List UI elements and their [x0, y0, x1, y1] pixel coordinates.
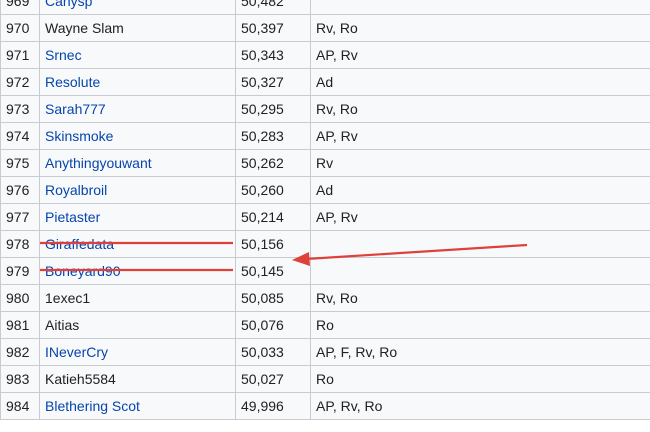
- edit-count-cell: 50,260: [235, 176, 311, 204]
- user-cell: Pietaster: [39, 203, 236, 231]
- user-name: Aitias: [45, 317, 80, 333]
- rank-cell: 978: [0, 230, 40, 258]
- edit-count-cell: 50,327: [235, 68, 311, 96]
- edit-count-cell: 50,085: [235, 284, 311, 312]
- user-cell: Canysp: [39, 0, 236, 15]
- user-link[interactable]: Sarah777: [45, 101, 106, 117]
- edit-count-cell: 49,996: [235, 392, 311, 420]
- rank-cell: 983: [0, 365, 40, 393]
- user-link[interactable]: Pietaster: [45, 209, 100, 225]
- user-cell: Katieh5584: [39, 365, 236, 393]
- user-groups-cell: AP, Rv: [310, 122, 650, 150]
- user-groups-cell: [310, 257, 650, 285]
- rank-cell: 984: [0, 392, 40, 420]
- user-link[interactable]: INeverCry: [45, 344, 108, 360]
- edit-count-cell: 50,343: [235, 41, 311, 69]
- user-link[interactable]: Canysp: [45, 0, 92, 9]
- user-cell: INeverCry: [39, 338, 236, 366]
- table-row: 975 Anythingyouwant 50,262 Rv: [0, 149, 650, 177]
- user-cell: Wayne Slam: [39, 14, 236, 42]
- edit-count-cell: 50,214: [235, 203, 311, 231]
- user-cell: Giraffedata: [39, 230, 236, 258]
- edit-count-cell: 50,033: [235, 338, 311, 366]
- edit-count-cell: 50,397: [235, 14, 311, 42]
- user-cell: Aitias: [39, 311, 236, 339]
- rank-cell: 979: [0, 257, 40, 285]
- edit-count-cell: 50,482: [235, 0, 311, 15]
- rank-cell: 980: [0, 284, 40, 312]
- table-row: 978 Giraffedata 50,156: [0, 230, 650, 258]
- user-cell: Anythingyouwant: [39, 149, 236, 177]
- user-groups-cell: Ad: [310, 176, 650, 204]
- rank-cell: 972: [0, 68, 40, 96]
- user-cell: Sarah777: [39, 95, 236, 123]
- user-edit-count-table-wrapper: 969 Canysp 50,482 970 Wayne Slam 50,397 Rv, Ro…: [0, 0, 650, 420]
- rank-cell: 976: [0, 176, 40, 204]
- user-link[interactable]: Giraffedata: [45, 236, 114, 252]
- user-cell: Skinsmoke: [39, 122, 236, 150]
- user-groups-cell: [310, 0, 650, 15]
- user-link[interactable]: Srnec: [45, 47, 82, 63]
- user-groups-cell: Rv, Ro: [310, 14, 650, 42]
- user-cell: Srnec: [39, 41, 236, 69]
- user-cell: Resolute: [39, 68, 236, 96]
- user-cell: Royalbroil: [39, 176, 236, 204]
- user-name: Wayne Slam: [45, 20, 124, 36]
- table-row: 982 INeverCry 50,033 AP, F, Rv, Ro: [0, 338, 650, 366]
- user-groups-cell: AP, Rv: [310, 203, 650, 231]
- user-groups-cell: Rv, Ro: [310, 284, 650, 312]
- user-edit-count-table: 969 Canysp 50,482 970 Wayne Slam 50,397 Rv, Ro…: [0, 0, 650, 420]
- edit-count-cell: 50,145: [235, 257, 311, 285]
- user-cell: 1exec1: [39, 284, 236, 312]
- edit-count-cell: 50,076: [235, 311, 311, 339]
- table-row: 970 Wayne Slam 50,397 Rv, Ro: [0, 14, 650, 42]
- user-link[interactable]: Royalbroil: [45, 182, 107, 198]
- edit-count-cell: 50,283: [235, 122, 311, 150]
- table-row: 980 1exec1 50,085 Rv, Ro: [0, 284, 650, 312]
- edit-count-cell: 50,262: [235, 149, 311, 177]
- table-row: 983 Katieh5584 50,027 Ro: [0, 365, 650, 393]
- user-groups-cell: Ro: [310, 311, 650, 339]
- table-row: 976 Royalbroil 50,260 Ad: [0, 176, 650, 204]
- user-link[interactable]: Boneyard90: [45, 263, 121, 279]
- rank-cell: 977: [0, 203, 40, 231]
- user-name: 1exec1: [45, 290, 91, 306]
- rank-cell: 975: [0, 149, 40, 177]
- table-row: 974 Skinsmoke 50,283 AP, Rv: [0, 122, 650, 150]
- user-link[interactable]: Blethering Scot: [45, 398, 140, 414]
- table-row: 972 Resolute 50,327 Ad: [0, 68, 650, 96]
- rank-cell: 969: [0, 0, 40, 15]
- edit-count-cell: 50,156: [235, 230, 311, 258]
- table-row: 981 Aitias 50,076 Ro: [0, 311, 650, 339]
- rank-cell: 981: [0, 311, 40, 339]
- user-groups-cell: AP, Rv: [310, 41, 650, 69]
- table-row: 973 Sarah777 50,295 Rv, Ro: [0, 95, 650, 123]
- user-groups-cell: [310, 230, 650, 258]
- user-groups-cell: Rv: [310, 149, 650, 177]
- rank-cell: 970: [0, 14, 40, 42]
- user-link[interactable]: Skinsmoke: [45, 128, 113, 144]
- user-groups-cell: Ad: [310, 68, 650, 96]
- user-cell: Blethering Scot: [39, 392, 236, 420]
- user-groups-cell: AP, F, Rv, Ro: [310, 338, 650, 366]
- table-row: 977 Pietaster 50,214 AP, Rv: [0, 203, 650, 231]
- user-groups-cell: Ro: [310, 365, 650, 393]
- user-groups-cell: AP, Rv, Ro: [310, 392, 650, 420]
- table-row: 971 Srnec 50,343 AP, Rv: [0, 41, 650, 69]
- user-cell: Boneyard90: [39, 257, 236, 285]
- user-groups-cell: Rv, Ro: [310, 95, 650, 123]
- rank-cell: 974: [0, 122, 40, 150]
- edit-count-cell: 50,295: [235, 95, 311, 123]
- table-row: 969 Canysp 50,482: [0, 0, 650, 15]
- table-body: 969 Canysp 50,482 970 Wayne Slam 50,397 Rv, Ro…: [0, 0, 650, 420]
- rank-cell: 973: [0, 95, 40, 123]
- table-row: 979 Boneyard90 50,145: [0, 257, 650, 285]
- user-link[interactable]: Anythingyouwant: [45, 155, 152, 171]
- user-link[interactable]: Resolute: [45, 74, 100, 90]
- rank-cell: 971: [0, 41, 40, 69]
- table-row: 984 Blethering Scot 49,996 AP, Rv, Ro: [0, 392, 650, 420]
- user-name: Katieh5584: [45, 371, 116, 387]
- rank-cell: 982: [0, 338, 40, 366]
- edit-count-cell: 50,027: [235, 365, 311, 393]
